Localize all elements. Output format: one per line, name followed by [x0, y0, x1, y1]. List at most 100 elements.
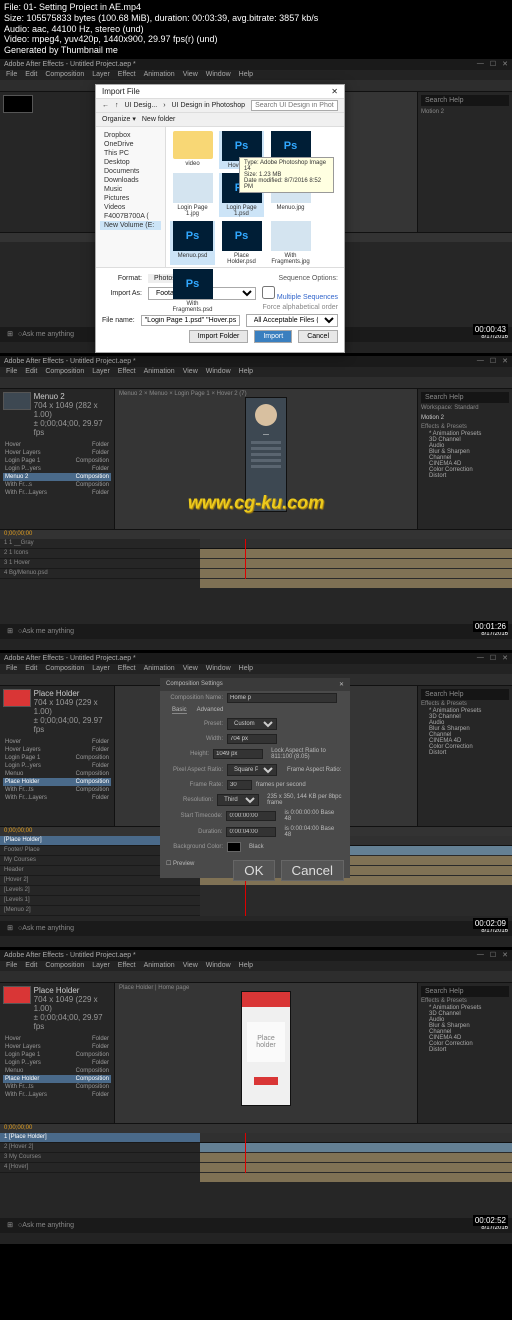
multiseq-checkbox[interactable]: [262, 286, 275, 299]
menu-animation[interactable]: Animation: [144, 962, 175, 969]
menu-edit[interactable]: Edit: [25, 962, 37, 969]
project-item[interactable]: With Fr...LayersFolder: [3, 794, 111, 802]
menu-animation[interactable]: Animation: [144, 71, 175, 78]
minimize-icon[interactable]: —: [477, 951, 484, 959]
layer-row[interactable]: 4 Bg/Menuo.psd: [0, 569, 200, 579]
tree-item[interactable]: Desktop: [100, 158, 161, 167]
viewer-tab[interactable]: Home page: [158, 985, 189, 991]
menu-composition[interactable]: Composition: [45, 71, 84, 78]
preset-item[interactable]: Distort: [421, 750, 509, 756]
start-icon[interactable]: ⊞: [4, 625, 16, 637]
preset-item[interactable]: Distort: [421, 473, 509, 479]
project-item[interactable]: With Fr...LayersFolder: [3, 1091, 111, 1099]
width-input[interactable]: [227, 734, 277, 744]
layer-row[interactable]: 1 [Place Holder]: [0, 1133, 200, 1143]
start-icon[interactable]: ⊞: [4, 328, 16, 340]
import-button[interactable]: Import: [254, 330, 292, 343]
menu-edit[interactable]: Edit: [25, 368, 37, 375]
cortana-search[interactable]: ○ Ask me anything: [18, 1219, 98, 1231]
path-crumb[interactable]: UI Design in Photoshop: [172, 102, 246, 109]
menu-window[interactable]: Window: [206, 368, 231, 375]
cancel-button[interactable]: Cancel: [281, 860, 345, 881]
import-folder-button[interactable]: Import Folder: [189, 330, 249, 343]
project-item[interactable]: MenuoComposition: [3, 1067, 111, 1075]
file-item[interactable]: PsPlace Holder.psd: [219, 221, 264, 265]
resolution-select[interactable]: Third: [217, 794, 259, 806]
new-folder-button[interactable]: New folder: [142, 116, 175, 123]
project-item[interactable]: With Fr...tsComposition: [3, 1083, 111, 1091]
project-item[interactable]: Login P...yersFolder: [3, 465, 111, 473]
menu-help[interactable]: Help: [239, 71, 253, 78]
filter-select[interactable]: All Acceptable Files (*.prproj;*: [246, 314, 338, 327]
menu-file[interactable]: File: [6, 368, 17, 375]
tree-item[interactable]: F4007B700A (: [100, 212, 161, 221]
timeline-panel[interactable]: 0;00;00;00 1 1 __Gray 2 1 Icons 3 1 Hove…: [0, 529, 512, 624]
menu-window[interactable]: Window: [206, 962, 231, 969]
menu-composition[interactable]: Composition: [45, 368, 84, 375]
menu-effect[interactable]: Effect: [118, 665, 136, 672]
menu-window[interactable]: Window: [206, 71, 231, 78]
search-help[interactable]: Search Help: [425, 394, 464, 401]
layer-row[interactable]: [Levels 1]: [0, 896, 200, 906]
project-item[interactable]: Hover LayersFolder: [3, 746, 111, 754]
cortana-search[interactable]: ○ Ask me anything: [18, 328, 98, 340]
project-item[interactable]: With Fr...LayersFolder: [3, 489, 111, 497]
menu-view[interactable]: View: [183, 368, 198, 375]
composition-viewer[interactable]: Place Holder | Home page Place holder: [115, 983, 417, 1123]
minimize-icon[interactable]: —: [477, 357, 484, 365]
project-item[interactable]: Menuo 2Composition: [3, 473, 111, 481]
project-item[interactable]: Login P...yersFolder: [3, 1059, 111, 1067]
effects-presets-panel[interactable]: Effects & Presets: [421, 700, 509, 708]
project-item[interactable]: HoverFolder: [3, 1035, 111, 1043]
search-help[interactable]: Search Help: [425, 691, 464, 698]
menu-layer[interactable]: Layer: [92, 368, 110, 375]
framerate-input[interactable]: [227, 780, 252, 790]
maximize-icon[interactable]: ☐: [490, 60, 496, 68]
layer-row[interactable]: 1 1 __Gray: [0, 539, 200, 549]
layer-row[interactable]: 2 1 Icons: [0, 549, 200, 559]
menu-help[interactable]: Help: [239, 665, 253, 672]
layer-row[interactable]: [Menuo 2]: [0, 906, 200, 916]
tree-item[interactable]: Pictures: [100, 194, 161, 203]
menu-file[interactable]: File: [6, 71, 17, 78]
close-icon[interactable]: ✕: [339, 681, 344, 688]
tab-basic[interactable]: Basic: [172, 707, 187, 714]
project-item[interactable]: Hover LayersFolder: [3, 449, 111, 457]
menu-effect[interactable]: Effect: [118, 71, 136, 78]
current-time[interactable]: 0;00;00;00: [4, 1125, 32, 1131]
menu-help[interactable]: Help: [239, 368, 253, 375]
file-item[interactable]: PsWith Fragments.psd: [170, 269, 215, 313]
cancel-button[interactable]: Cancel: [298, 330, 338, 343]
tree-item[interactable]: This PC: [100, 149, 161, 158]
project-item[interactable]: Login Page 1Composition: [3, 457, 111, 465]
file-item[interactable]: PsMenuo.psd: [170, 221, 215, 265]
duration-input[interactable]: [226, 827, 276, 837]
menu-animation[interactable]: Animation: [144, 368, 175, 375]
menu-animation[interactable]: Animation: [144, 665, 175, 672]
menu-composition[interactable]: Composition: [45, 962, 84, 969]
file-item[interactable]: video: [170, 131, 215, 169]
menu-composition[interactable]: Composition: [45, 665, 84, 672]
tree-item[interactable]: Music: [100, 185, 161, 194]
tree-item[interactable]: OneDrive: [100, 140, 161, 149]
cortana-search[interactable]: ○ Ask me anything: [18, 625, 98, 637]
layer-row[interactable]: 4 [Hover]: [0, 1163, 200, 1173]
close-icon[interactable]: ✕: [502, 654, 508, 662]
project-item[interactable]: Login P...yersFolder: [3, 762, 111, 770]
organize-button[interactable]: Organize ▾: [102, 115, 136, 123]
file-item[interactable]: Login Page 1.jpg: [170, 173, 215, 217]
viewer-tab[interactable]: Place Holder: [119, 985, 153, 991]
menu-file[interactable]: File: [6, 665, 17, 672]
workspace-select[interactable]: Standard: [454, 405, 478, 411]
tree-item[interactable]: Documents: [100, 167, 161, 176]
layer-row[interactable]: 3 1 Hover: [0, 559, 200, 569]
path-crumb[interactable]: UI Desig...: [125, 102, 158, 109]
project-item[interactable]: With Fr...tsComposition: [3, 786, 111, 794]
preset-select[interactable]: Custom: [227, 718, 277, 730]
start-icon[interactable]: ⊞: [4, 1219, 16, 1231]
height-input[interactable]: [213, 749, 263, 759]
composition-viewer[interactable]: Menuo 2 × Menuo × Login Page 1 × Hover 2…: [115, 389, 417, 529]
layer-row[interactable]: 2 [Hover 2]: [0, 1143, 200, 1153]
menu-file[interactable]: File: [6, 962, 17, 969]
preview-checkbox[interactable]: ☐ Preview: [166, 860, 194, 881]
